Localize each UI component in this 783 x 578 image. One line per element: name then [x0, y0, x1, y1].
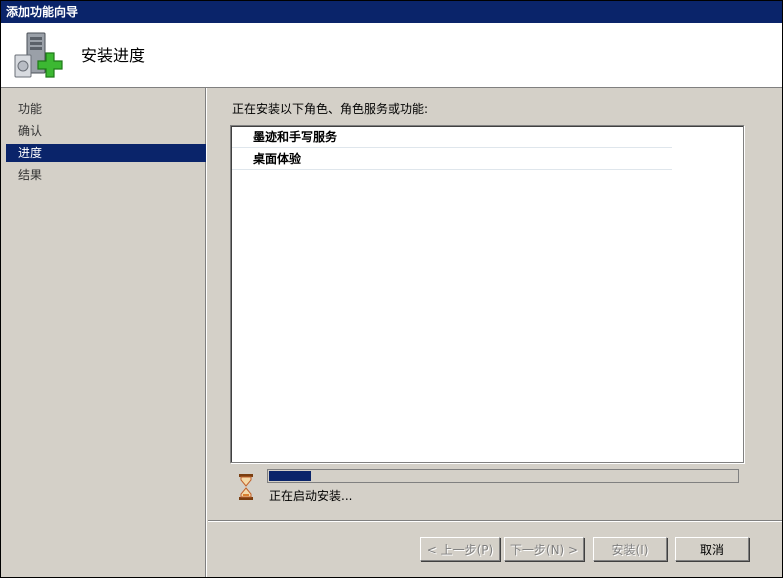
wizard-window: 添加功能向导 安装进度 功能 确认 进度 结果 正在安装以下角色、角色服务或功能… [0, 0, 783, 578]
install-progress-bar [267, 469, 739, 483]
prev-button[interactable]: < 上一步(P) [420, 537, 500, 561]
progress-fill [269, 471, 311, 481]
window-title: 添加功能向导 [6, 5, 79, 19]
step-label: 进度 [18, 146, 43, 160]
list-item[interactable]: 桌面体验 [232, 148, 672, 170]
step-label: 功能 [18, 102, 43, 116]
page-title: 安装进度 [81, 46, 146, 65]
install-button[interactable]: 安装(I) [593, 537, 667, 561]
cancel-button[interactable]: 取消 [675, 537, 749, 561]
list-item-label: 墨迹和手写服务 [253, 130, 338, 144]
installing-label: 正在安装以下角色、角色服务或功能: [232, 102, 429, 116]
step-features[interactable]: 功能 [6, 100, 206, 118]
next-button[interactable]: 下一步(N) > [504, 537, 584, 561]
wizard-footer: < 上一步(P) 下一步(N) > 安装(I) 取消 [208, 520, 782, 578]
wizard-header: 安装进度 [1, 23, 782, 88]
step-results[interactable]: 结果 [6, 166, 206, 184]
installing-list[interactable]: 墨迹和手写服务 桌面体验 [230, 125, 744, 463]
hourglass-icon [239, 474, 253, 500]
list-item[interactable]: 墨迹和手写服务 [232, 126, 672, 148]
step-label: 结果 [18, 168, 43, 182]
progress-status: 正在启动安装... [269, 489, 353, 503]
step-label: 确认 [18, 124, 43, 138]
step-progress[interactable]: 进度 [6, 144, 206, 162]
wizard-steps: 功能 确认 进度 结果 [1, 88, 207, 577]
list-item-label: 桌面体验 [253, 152, 302, 166]
main-content: 正在安装以下角色、角色服务或功能: 墨迹和手写服务 桌面体验 正在启动安装... [208, 88, 782, 520]
server-add-icon [14, 32, 63, 78]
title-bar[interactable]: 添加功能向导 [1, 1, 782, 23]
step-confirm[interactable]: 确认 [6, 122, 206, 140]
